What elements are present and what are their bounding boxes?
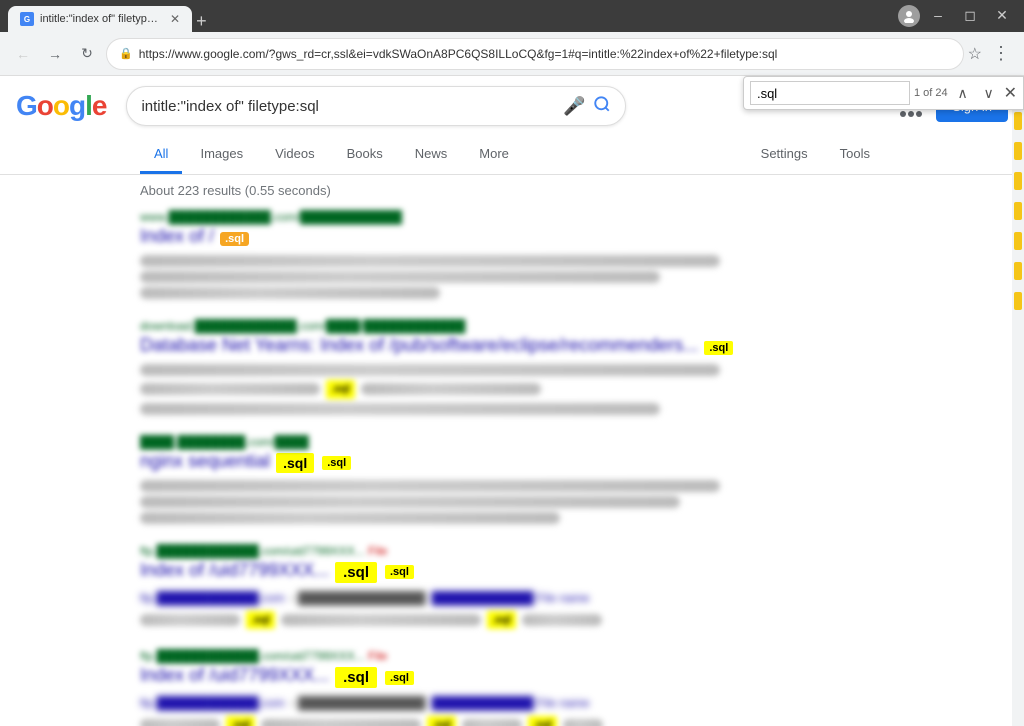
- result-url: www.████████████.com/████████████: [140, 210, 884, 224]
- tab-favicon: G: [20, 12, 34, 26]
- tab-videos[interactable]: Videos: [261, 136, 329, 174]
- result-item: download.████████████.com/████/█████████…: [140, 319, 884, 415]
- profile-icon: [898, 5, 920, 27]
- tab-news[interactable]: News: [401, 136, 462, 174]
- new-tab-button[interactable]: +: [196, 11, 207, 32]
- sql-badge-y5d: .sql: [528, 716, 557, 726]
- result-item: ████.████████.com/████ nginx sequential …: [140, 435, 884, 524]
- address-text: https://www.google.com/?gws_rd=cr,ssl&ei…: [139, 47, 951, 61]
- tab-more[interactable]: More: [465, 136, 523, 174]
- result-title-row: Database Net Yearns: Index of /pub/softw…: [140, 335, 884, 360]
- yellow-block: [1014, 142, 1022, 160]
- result-title-row: nginx sequential .sql .sql: [140, 451, 884, 476]
- result-item: www.████████████.com/████████████ Index …: [140, 210, 884, 299]
- result-snippet: ftp.████████████.com › ███████████████ █…: [140, 589, 740, 630]
- close-button[interactable]: ✕: [988, 5, 1016, 25]
- tab-title: intitle:"index of" filetype:...: [40, 13, 160, 25]
- find-prev-button[interactable]: ∧: [952, 82, 974, 104]
- result-title-row: Index of / .sql: [140, 226, 884, 251]
- sql-badge-yellow3: .sql: [322, 456, 351, 470]
- result-url: ftp.████████████.com/uid7799XXX... File: [140, 649, 884, 663]
- secure-icon: 🔒: [119, 47, 133, 60]
- reload-button[interactable]: ↻: [72, 39, 102, 69]
- find-input[interactable]: [750, 81, 910, 105]
- result-title-row: Index of /uid7799XXX... .sql .sql: [140, 560, 884, 585]
- result-snippet: [140, 255, 740, 299]
- google-logo: Google: [16, 90, 106, 122]
- results-stats: About 223 results (0.55 seconds): [140, 183, 884, 198]
- sql-badge-large: .sql: [276, 453, 314, 473]
- tab-tools[interactable]: Tools: [826, 136, 884, 174]
- find-bar: 1 of 24 ∧ ∨ ✕: [743, 76, 1024, 110]
- sql-badge-y4a: .sql: [385, 565, 414, 579]
- sql-badge-y4c: .sql: [487, 611, 516, 630]
- sql-badge-large4: .sql: [335, 562, 377, 583]
- search-input: intitle:"index of" filetype:sql: [141, 98, 563, 115]
- yellow-block: [1014, 112, 1022, 130]
- results-area: About 223 results (0.55 seconds) www.███…: [0, 175, 1024, 726]
- search-button[interactable]: [593, 95, 611, 118]
- search-box[interactable]: intitle:"index of" filetype:sql 🎤: [126, 86, 626, 126]
- result-title[interactable]: Index of /uid7799XXX...: [140, 665, 329, 686]
- result-title[interactable]: Index of /uid7799XXX...: [140, 560, 329, 581]
- tab-area: G intitle:"index of" filetype:... ✕ +: [8, 0, 898, 32]
- find-close-button[interactable]: ✕: [1004, 83, 1017, 103]
- tab-books[interactable]: Books: [333, 136, 397, 174]
- yellow-block: [1014, 292, 1022, 310]
- restore-button[interactable]: ◻: [956, 5, 984, 25]
- logo-letter-g2: g: [69, 90, 85, 121]
- mic-icon[interactable]: 🎤: [563, 96, 585, 117]
- logo-letter-l: l: [85, 90, 92, 121]
- yellow-block: [1014, 262, 1022, 280]
- page-content: Google intitle:"index of" filetype:sql 🎤…: [0, 76, 1024, 726]
- nav-buttons: ← → ↻: [8, 39, 102, 69]
- chrome-menu-button[interactable]: ⋮: [986, 39, 1016, 69]
- find-next-button[interactable]: ∨: [978, 82, 1000, 104]
- result-title-row: Index of /uid7799XXX... .sql .sql: [140, 665, 884, 690]
- yellow-block: [1014, 202, 1022, 220]
- search-tabs: All Images Videos Books News More Settin…: [0, 136, 1024, 175]
- result-url: download.████████████.com/████/█████████…: [140, 319, 884, 333]
- result-title[interactable]: Database Net Yearns: Index of /pub/softw…: [140, 335, 698, 356]
- bookmark-button[interactable]: ☆: [968, 44, 982, 64]
- browser-tab[interactable]: G intitle:"index of" filetype:... ✕: [8, 6, 192, 32]
- result-item: ftp.████████████.com/uid7799XXX... File …: [140, 544, 884, 630]
- logo-letter-o2: o: [53, 90, 69, 121]
- back-button[interactable]: ←: [8, 39, 38, 69]
- tab-close-icon[interactable]: ✕: [170, 12, 180, 26]
- result-title[interactable]: Index of /: [140, 226, 214, 247]
- result-snippet: [140, 480, 740, 524]
- logo-letter-g: G: [16, 90, 37, 121]
- sql-badge-y4b: .sql: [246, 611, 275, 630]
- sql-badge-yellow2: .sql: [326, 380, 355, 399]
- logo-letter-o1: o: [37, 90, 53, 121]
- window-controls: – ◻ ✕: [898, 5, 1016, 27]
- find-count: 1 of 24: [914, 87, 948, 99]
- yellow-sidebar: [1012, 76, 1024, 726]
- sql-badge-yellow: .sql: [704, 341, 733, 355]
- tab-images[interactable]: Images: [186, 136, 257, 174]
- result-item: ftp.████████████.com/uid7799XXX... File …: [140, 649, 884, 726]
- result-snippet: .sql: [140, 364, 740, 415]
- logo-letter-e: e: [92, 90, 107, 121]
- result-url: ████.████████.com/████: [140, 435, 884, 449]
- tab-all[interactable]: All: [140, 136, 182, 174]
- sql-badge-orange: .sql: [220, 232, 249, 246]
- sql-badge-y5b: .sql: [226, 716, 255, 726]
- sql-badge-large5: .sql: [335, 667, 377, 688]
- result-url: ftp.████████████.com/uid7799XXX... File: [140, 544, 884, 558]
- yellow-block: [1014, 232, 1022, 250]
- result-title[interactable]: nginx sequential: [140, 451, 270, 472]
- forward-button[interactable]: →: [40, 39, 70, 69]
- tab-settings[interactable]: Settings: [747, 136, 822, 174]
- sql-badge-y5c: .sql: [427, 716, 456, 726]
- titlebar: G intitle:"index of" filetype:... ✕ + – …: [0, 0, 1024, 32]
- address-bar[interactable]: 🔒 https://www.google.com/?gws_rd=cr,ssl&…: [106, 38, 964, 70]
- toolbar: ← → ↻ 🔒 https://www.google.com/?gws_rd=c…: [0, 32, 1024, 76]
- yellow-block: [1014, 172, 1022, 190]
- sql-badge-y5a: .sql: [385, 671, 414, 685]
- result-snippet: ftp.████████████.com › ███████████████ █…: [140, 694, 740, 726]
- minimize-button[interactable]: –: [924, 5, 952, 25]
